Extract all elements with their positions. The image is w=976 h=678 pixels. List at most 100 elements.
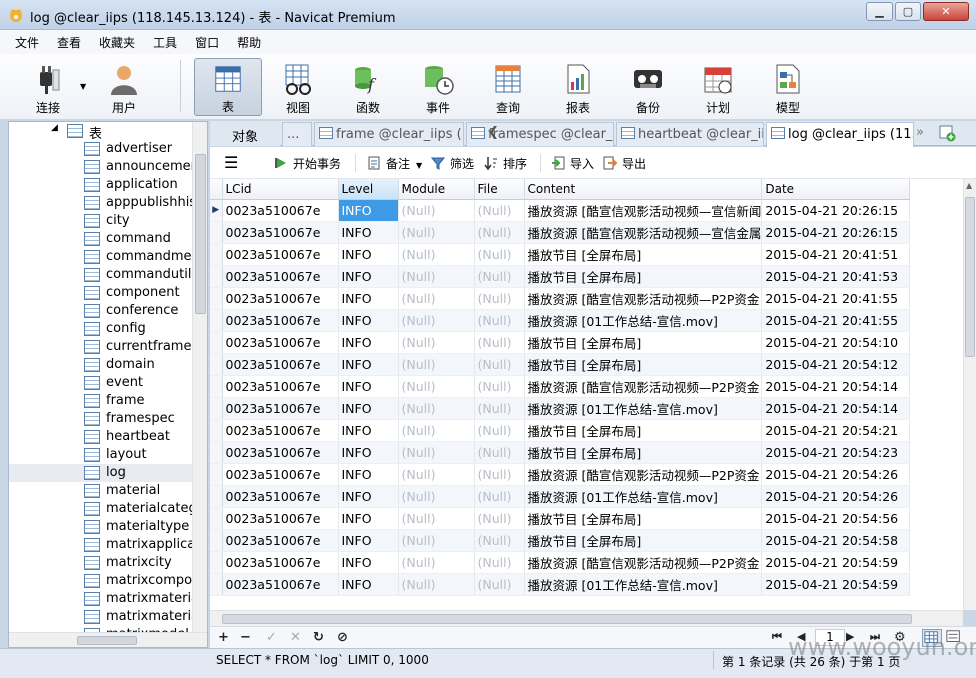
row-indicator[interactable] (210, 375, 223, 398)
menu-icon[interactable]: ☰ (224, 153, 238, 172)
table-cell[interactable]: (Null) (474, 463, 525, 486)
table-cell[interactable]: 2015-04-21 20:54:23 (761, 441, 911, 464)
tree-item-announcement[interactable]: announcement (9, 158, 193, 176)
row-indicator[interactable] (210, 463, 223, 486)
table-cell[interactable]: (Null) (474, 507, 525, 530)
table-row[interactable]: 0023a510067e INFO (Null) (Null) 播放资源 [酷宣信观影活… (210, 463, 911, 486)
table-cell[interactable]: (Null) (398, 287, 475, 310)
table-cell[interactable]: INFO (338, 441, 399, 464)
table-cell[interactable]: (Null) (474, 441, 525, 464)
table-cell[interactable]: INFO (338, 419, 399, 442)
table-cell[interactable]: (Null) (474, 331, 525, 354)
table-cell[interactable]: 2015-04-21 20:26:15 (761, 199, 911, 222)
menu-help[interactable]: 帮助 (228, 34, 270, 51)
scroll-thumb[interactable] (965, 197, 975, 357)
table-cell[interactable]: (Null) (398, 331, 475, 354)
tab-frame[interactable]: frame @clear_iips (... (314, 122, 464, 146)
table-cell[interactable]: (Null) (398, 485, 475, 508)
event-button[interactable]: 事件 (404, 58, 472, 116)
table-cell[interactable]: 播放资源 [酷宣信观影活动视频—宣信新闻 (524, 199, 763, 222)
row-indicator[interactable] (210, 485, 223, 508)
table-cell[interactable]: INFO (338, 331, 399, 354)
table-cell[interactable]: (Null) (474, 287, 525, 310)
table-row[interactable]: 0023a510067e INFO (Null) (Null) 播放资源 [酷宣信观影活… (210, 221, 911, 244)
row-indicator[interactable] (210, 287, 223, 310)
table-cell[interactable]: 2015-04-21 20:54:26 (761, 485, 911, 508)
grid-vertical-scrollbar[interactable]: ▲ (963, 179, 976, 610)
table-cell[interactable]: (Null) (398, 353, 475, 376)
table-cell[interactable]: (Null) (474, 419, 525, 442)
table-row[interactable]: 0023a510067e INFO (Null) (Null) 播放节目 [全屏布局] 2… (210, 331, 911, 354)
table-cell[interactable]: 0023a510067e (222, 529, 339, 552)
tree-item-matrixcompon[interactable]: matrixcompon (9, 572, 193, 590)
table-cell[interactable]: 2015-04-21 20:54:56 (761, 507, 911, 530)
table-cell[interactable]: 0023a510067e (222, 221, 339, 244)
view-button[interactable]: 视图 (264, 58, 332, 116)
table-cell[interactable]: 播放资源 [01工作总结-宣信.mov] (524, 485, 763, 508)
table-cell[interactable]: 2015-04-21 20:41:55 (761, 287, 911, 310)
scroll-thumb[interactable] (77, 636, 137, 645)
tree-item-layout[interactable]: layout (9, 446, 193, 464)
tab-scroll-left-icon[interactable]: ❮ (488, 125, 499, 140)
table-cell[interactable]: 0023a510067e (222, 331, 339, 354)
tab-scroll-right-icon[interactable]: » (916, 125, 924, 140)
table-cell[interactable]: (Null) (398, 221, 475, 244)
tree-group-tables[interactable]: ◢ 表 (9, 122, 193, 142)
memo-dropdown-icon[interactable]: ▼ (416, 161, 422, 170)
table-cell[interactable]: 0023a510067e (222, 397, 339, 420)
table-cell[interactable]: INFO (338, 529, 399, 552)
table-cell[interactable]: INFO (338, 463, 399, 486)
table-cell[interactable]: INFO (338, 375, 399, 398)
table-cell[interactable]: (Null) (474, 397, 525, 420)
tab-objects[interactable]: 对象 (210, 122, 280, 146)
table-cell[interactable]: (Null) (398, 463, 475, 486)
discard-changes-icon[interactable]: ✕ (290, 630, 301, 645)
table-row[interactable]: 0023a510067e INFO (Null) (Null) 播放资源 [酷宣信观影活… (210, 287, 911, 310)
table-cell[interactable]: 2015-04-21 20:54:21 (761, 419, 911, 442)
table-row[interactable]: 0023a510067e INFO (Null) (Null) 播放节目 [全屏布局] 2… (210, 265, 911, 288)
table-cell[interactable]: 0023a510067e (222, 265, 339, 288)
row-indicator[interactable] (210, 507, 223, 530)
table-cell[interactable]: 0023a510067e (222, 485, 339, 508)
tree-item-materialcatego[interactable]: materialcatego (9, 500, 193, 518)
table-cell[interactable]: 0023a510067e (222, 199, 339, 222)
table-cell[interactable]: INFO (338, 551, 399, 574)
table-cell[interactable]: (Null) (398, 309, 475, 332)
table-cell[interactable]: (Null) (474, 573, 525, 596)
tree-item-heartbeat[interactable]: heartbeat (9, 428, 193, 446)
row-indicator[interactable] (210, 397, 223, 420)
collapse-arrow-icon[interactable]: ◢ (51, 123, 58, 133)
table-cell[interactable]: 0023a510067e (222, 309, 339, 332)
tree-item-config[interactable]: config (9, 320, 193, 338)
table-cell[interactable]: 2015-04-21 20:41:51 (761, 243, 911, 266)
table-cell[interactable]: (Null) (474, 551, 525, 574)
table-row[interactable]: 0023a510067e INFO (Null) (Null) 播放节目 [全屏布局] 2… (210, 353, 911, 376)
tab-heartbeat[interactable]: heartbeat @clear_ii... (616, 122, 764, 146)
table-cell[interactable]: INFO (338, 507, 399, 530)
table-cell[interactable]: (Null) (398, 199, 475, 222)
table-row[interactable]: 0023a510067e INFO (Null) (Null) 播放资源 [01工作总结… (210, 573, 911, 596)
new-tab-icon[interactable] (938, 124, 956, 142)
scroll-up-icon[interactable]: ▲ (966, 181, 972, 190)
table-cell[interactable]: INFO (338, 485, 399, 508)
table-cell[interactable]: (Null) (398, 573, 475, 596)
table-cell[interactable]: 播放资源 [酷宣信观影活动视频—P2P资金 (524, 375, 763, 398)
table-cell[interactable]: 播放节目 [全屏布局] (524, 331, 763, 354)
backup-button[interactable]: 备份 (614, 58, 682, 116)
schedule-button[interactable]: 计划 (684, 58, 752, 116)
menu-window[interactable]: 窗口 (186, 34, 228, 51)
column-header[interactable]: Level (338, 179, 399, 200)
import-button[interactable]: 导入 (551, 155, 594, 172)
row-indicator[interactable] (210, 529, 223, 552)
current-row-indicator-icon[interactable]: ▶ (210, 199, 223, 222)
table-cell[interactable]: 播放资源 [酷宣信观影活动视频—P2P资金 (524, 551, 763, 574)
add-record-icon[interactable]: + (218, 630, 229, 645)
table-button[interactable]: 表 (194, 58, 262, 116)
table-cell[interactable]: INFO (338, 573, 399, 596)
tree-item-apppublishhist[interactable]: apppublishhist (9, 194, 193, 212)
table-cell[interactable]: 0023a510067e (222, 573, 339, 596)
sidebar-vertical-scrollbar[interactable] (192, 122, 207, 632)
table-cell[interactable]: (Null) (474, 485, 525, 508)
table-cell[interactable]: 播放资源 [酷宣信观影活动视频—P2P资金 (524, 287, 763, 310)
tab-hidden[interactable]: ... (282, 122, 312, 146)
